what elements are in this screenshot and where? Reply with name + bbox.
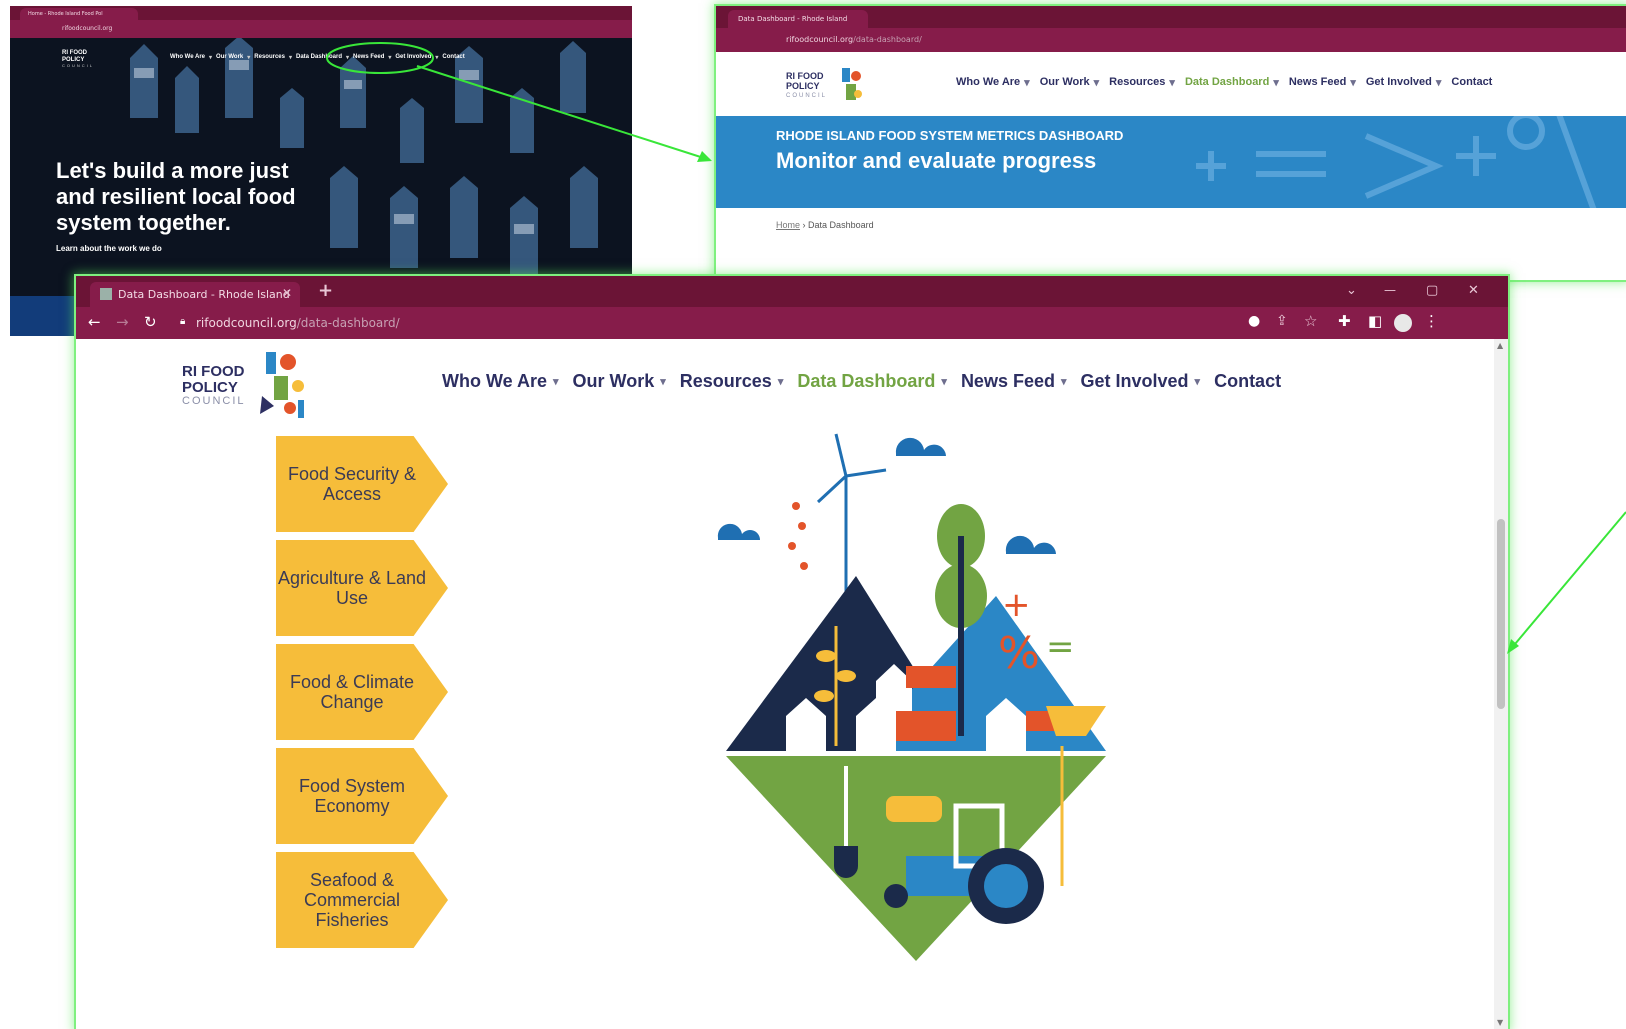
address-bar: ← → ↻ 🔒︎ rifoodcouncil.org/data-dashboar… <box>76 307 1508 339</box>
nav-get-involved[interactable]: Get Involved <box>1366 76 1432 88</box>
nav-who-we-are[interactable]: Who We Are <box>170 54 205 60</box>
address-bar: rifoodcouncil.org <box>10 20 632 38</box>
scrollbar-thumb[interactable] <box>1497 519 1505 709</box>
logo-illustration <box>842 68 862 100</box>
tab-home[interactable]: Home - Rhode Island Food Pol <box>20 8 138 20</box>
nav-data-dashboard[interactable]: Data Dashboard <box>797 371 935 392</box>
minimize-button[interactable]: — <box>1384 283 1396 297</box>
home-logo[interactable]: RI FOOD POLICY COUNCIL <box>62 50 112 76</box>
tab-title: Data Dashboard - Rhode Island <box>118 288 290 301</box>
nav-data-dashboard[interactable]: Data Dashboard <box>1185 76 1269 88</box>
main-nav: Who We Are ▾ Our Work ▾ Resources ▾ Data Da… <box>442 370 1282 392</box>
hero-line-2: and resilient local food <box>56 184 296 209</box>
bookmark-star-icon[interactable]: ☆ <box>1304 312 1317 330</box>
nav-news-feed[interactable]: News Feed <box>353 54 384 60</box>
tab-favicon-icon <box>100 288 112 300</box>
category-seafood-commercial-fisheries[interactable]: Seafood & Commercial Fisheries <box>276 852 448 948</box>
breadcrumb-home[interactable]: Home <box>776 220 800 230</box>
scroll-up-arrow-icon[interactable]: ▲ <box>1497 341 1503 350</box>
breadcrumb-current: Data Dashboard <box>808 220 874 230</box>
maximize-button[interactable]: ▢ <box>1426 283 1438 298</box>
tab-bar: Home - Rhode Island Food Pol <box>10 6 632 20</box>
nav-our-work[interactable]: Our Work <box>1040 76 1090 88</box>
back-arrow-icon[interactable]: ← <box>88 313 101 331</box>
address-bar: rifoodcouncil.org/data-dashboard/ <box>716 28 1626 52</box>
equals-symbol: = <box>1046 627 1075 667</box>
banner-kicker: RHODE ISLAND FOOD SYSTEM METRICS DASHBOA… <box>776 128 1124 143</box>
forward-arrow-icon[interactable]: → <box>116 313 129 331</box>
category-label: Food Security & Access <box>287 464 417 504</box>
hero-link[interactable]: Learn about the work we do <box>56 244 162 253</box>
breadcrumb: Home › Data Dashboard <box>776 220 874 230</box>
nav-contact[interactable]: Contact <box>1214 371 1281 392</box>
nav-our-work[interactable]: Our Work <box>573 371 655 392</box>
main-nav: Who We Are ▾ Our Work ▾ Resources ▾ Data Da… <box>956 76 1493 89</box>
url-field[interactable]: rifoodcouncil.org/data-dashboard/ <box>786 28 922 52</box>
hero-heading: Let's build a more just and resilient lo… <box>56 158 296 236</box>
breadcrumb-separator: › <box>802 220 806 230</box>
menu-kebab-icon[interactable]: ⋮ <box>1424 312 1439 330</box>
arrow-to-scrollbar <box>1509 511 1626 651</box>
tab-data-dashboard[interactable]: Data Dashboard - Rhode Island <box>90 282 300 307</box>
nav-news-feed[interactable]: News Feed <box>1289 76 1346 88</box>
banner-symbols <box>1196 116 1597 208</box>
close-window-button[interactable]: ✕ <box>1468 283 1479 298</box>
nav-who-we-are[interactable]: Who We Are <box>442 371 547 392</box>
site-logo[interactable]: RI FOOD POLICY COUNCIL <box>182 350 312 422</box>
site-logo[interactable]: RI FOOD POLICY COUNCIL <box>786 62 866 106</box>
hero-line-1: Let's build a more just <box>56 158 289 183</box>
tab-search-icon[interactable]: ⌄ <box>1346 283 1357 298</box>
nav-data-dashboard[interactable]: Data Dashboard <box>296 54 342 60</box>
reload-icon[interactable]: ↻ <box>144 313 157 331</box>
logo-illustration <box>260 352 304 418</box>
nav-our-work[interactable]: Our Work <box>216 54 243 60</box>
nav-news-feed[interactable]: News Feed <box>961 371 1055 392</box>
category-label: Seafood & Commercial Fisheries <box>303 870 400 930</box>
extensions-icon[interactable]: ✚ <box>1338 312 1351 330</box>
scrollbar-track[interactable]: ▲ ▼ <box>1494 339 1508 1029</box>
home-nav: Who We Are ▾ Our Work ▾ Resources ▾ Data Da… <box>170 54 465 61</box>
category-food-system-economy[interactable]: Food System Economy <box>276 748 448 844</box>
nav-who-we-are[interactable]: Who We Are <box>956 76 1020 88</box>
hero-line-3: system together. <box>56 210 231 235</box>
tab-close-icon[interactable]: ✕ <box>282 286 292 300</box>
scroll-down-arrow-icon[interactable]: ▼ <box>1497 1018 1503 1027</box>
banner-title: Monitor and evaluate progress <box>776 148 1097 173</box>
nav-resources[interactable]: Resources <box>254 54 285 60</box>
nav-contact[interactable]: Contact <box>442 54 464 60</box>
browser-window-dashboard-top: Data Dashboard - Rhode Island rifoodcoun… <box>716 6 1626 280</box>
category-food-climate-change[interactable]: Food & Climate Change <box>276 644 448 740</box>
percent-symbol: % <box>998 628 1040 679</box>
tab-bar: Data Dashboard - Rhode Island ✕ + ⌄ — ▢ … <box>76 276 1508 307</box>
category-label: Food & Climate Change <box>289 672 415 712</box>
food-system-illustration: + % = <box>717 433 1106 961</box>
browser-window-main: Data Dashboard - Rhode Island ✕ + ⌄ — ▢ … <box>76 276 1508 1029</box>
category-label: Agriculture & Land Use <box>277 568 427 608</box>
new-tab-button[interactable]: + <box>318 280 333 301</box>
plus-symbol: + <box>1002 585 1031 625</box>
lock-icon: 🔒︎ <box>180 316 186 327</box>
url-field[interactable]: rifoodcouncil.org/data-dashboard/ <box>196 307 400 339</box>
tab-bar: Data Dashboard - Rhode Island <box>716 6 1626 28</box>
side-panel-icon[interactable]: ◧ <box>1368 312 1382 330</box>
category-agriculture-land-use[interactable]: Agriculture & Land Use <box>276 540 448 636</box>
nav-resources[interactable]: Resources <box>680 371 772 392</box>
nav-get-involved[interactable]: Get Involved <box>395 54 431 60</box>
nav-resources[interactable]: Resources <box>1109 76 1165 88</box>
category-label: Food System Economy <box>298 776 406 816</box>
category-food-security-access[interactable]: Food Security & Access <box>276 436 448 532</box>
profile-avatar[interactable] <box>1394 314 1412 332</box>
nav-get-involved[interactable]: Get Involved <box>1081 371 1189 392</box>
nav-contact[interactable]: Contact <box>1451 76 1492 88</box>
share-icon[interactable]: ⇪ <box>1276 313 1288 329</box>
url-field[interactable]: rifoodcouncil.org <box>62 20 112 38</box>
tab-dashboard[interactable]: Data Dashboard - Rhode Island <box>728 10 868 28</box>
google-icon[interactable]: ● <box>1248 313 1260 329</box>
page-banner: RHODE ISLAND FOOD SYSTEM METRICS DASHBOA… <box>716 116 1626 208</box>
